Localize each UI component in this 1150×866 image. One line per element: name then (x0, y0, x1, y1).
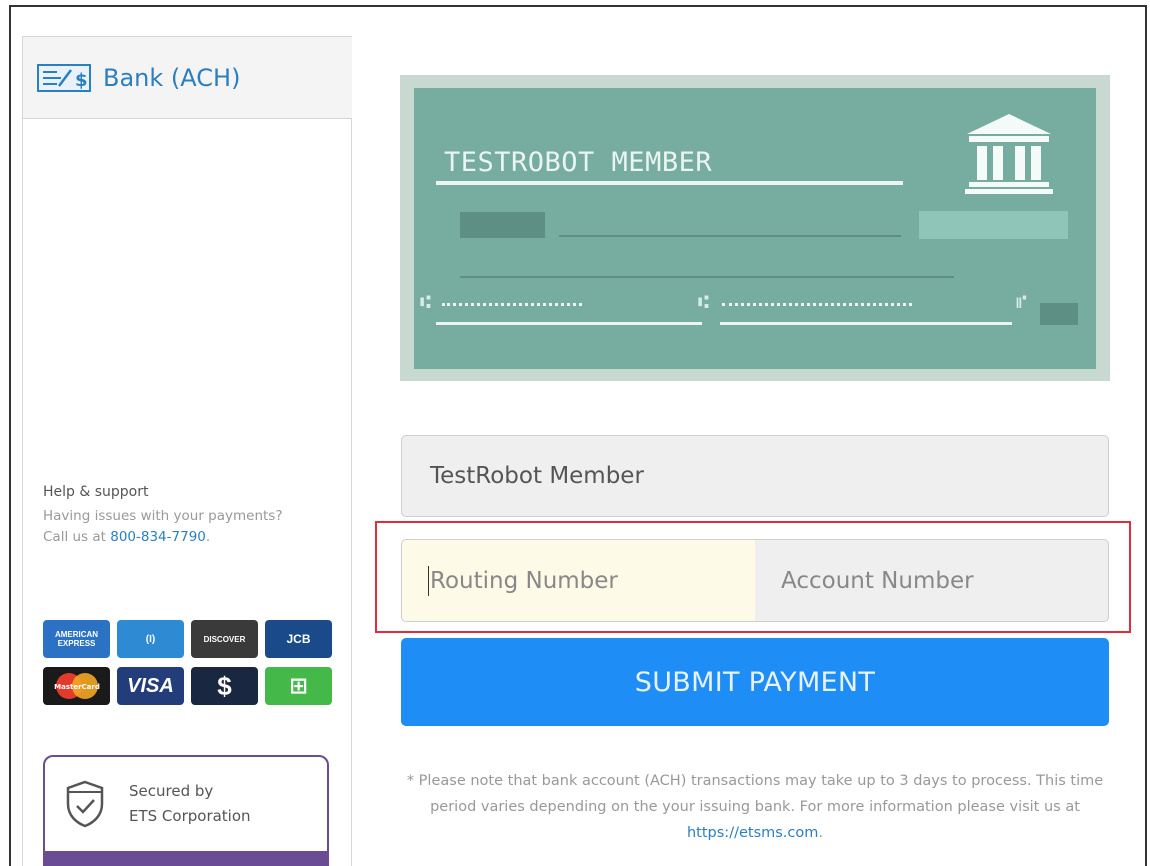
sidebar: $ Bank (ACH) Help & support Having issue… (22, 36, 352, 866)
help-call-line: Call us at 800-834-7790. (43, 527, 343, 548)
gift-card-icon: ⊞ (265, 667, 332, 705)
call-suffix: . (205, 529, 211, 545)
micr-routing-symbol: ⑆ (420, 292, 431, 313)
company-name: ETS Corporation (129, 807, 251, 825)
mastercard-card-icon: MasterCard (43, 667, 110, 705)
check-memo-line (460, 276, 954, 278)
security-badge: Secured by ETS Corporation v3.8.39 (43, 755, 329, 866)
accepted-cards: AMERICAN EXPRESS (I) DISCOVER JCB Master… (43, 620, 333, 714)
jcb-card-icon: JCB (265, 620, 332, 658)
tab-bank-ach[interactable]: $ Bank (ACH) (23, 37, 352, 119)
routing-placeholder: Routing Number (430, 567, 618, 594)
note-suffix: . (818, 825, 823, 841)
security-badge-body: Secured by ETS Corporation (45, 757, 327, 851)
svg-text:$: $ (75, 70, 88, 91)
check-amount-line (559, 235, 901, 237)
svg-text:MasterCard: MasterCard (54, 683, 100, 691)
visa-card-icon: VISA (117, 667, 184, 705)
account-number-input[interactable]: Account Number (755, 539, 1109, 622)
support-phone-link[interactable]: 800-834-7790 (110, 529, 206, 545)
ach-processing-note: * Please note that bank account (ACH) tr… (402, 768, 1108, 846)
card-row: AMERICAN EXPRESS (I) DISCOVER JCB (43, 620, 333, 658)
account-holder-name-field[interactable]: TestRobot Member (401, 435, 1109, 517)
account-placeholder: Account Number (781, 567, 974, 594)
help-support: Help & support Having issues with your p… (43, 484, 343, 548)
shield-check-icon (66, 780, 104, 828)
mastercard-circles-icon: MasterCard (54, 673, 100, 699)
micr-account-symbol: ⑆ (698, 292, 709, 313)
check-number-box (919, 211, 1068, 239)
micr-check-symbol: ⑈ (1016, 292, 1027, 313)
discover-card-icon: DISCOVER (191, 620, 258, 658)
diners-club-card-icon: (I) (117, 620, 184, 658)
check-number-block (1040, 303, 1078, 325)
check-amount-box (460, 212, 545, 238)
tab-label: Bank (ACH) (103, 63, 241, 92)
etsms-link[interactable]: https://etsms.com (687, 825, 818, 841)
call-prefix: Call us at (43, 529, 111, 545)
american-express-card-icon: AMERICAN EXPRESS (43, 620, 110, 658)
help-text: Having issues with your payments? (43, 508, 283, 524)
micr-account-digits (722, 303, 912, 307)
card-row: MasterCard VISA $ ⊞ (43, 667, 333, 705)
help-title: Help & support (43, 484, 149, 500)
check-dollar-icon: $ (37, 63, 91, 92)
version-label: v3.8.39 (45, 851, 327, 866)
payee-underline (436, 181, 903, 185)
micr-routing-digits (442, 303, 582, 307)
bank-building-icon (965, 114, 1053, 194)
cash-icon: $ (191, 667, 258, 705)
routing-underline (436, 322, 702, 325)
secured-by-label: Secured by (129, 782, 214, 800)
check-payee-name: TESTROBOT MEMBER (444, 147, 713, 178)
routing-number-input[interactable]: Routing Number (401, 539, 756, 622)
text-caret (428, 565, 429, 596)
account-underline (720, 322, 1012, 325)
note-text: * Please note that bank account (ACH) tr… (406, 773, 1104, 815)
submit-payment-button[interactable]: SUBMIT PAYMENT (401, 638, 1109, 726)
